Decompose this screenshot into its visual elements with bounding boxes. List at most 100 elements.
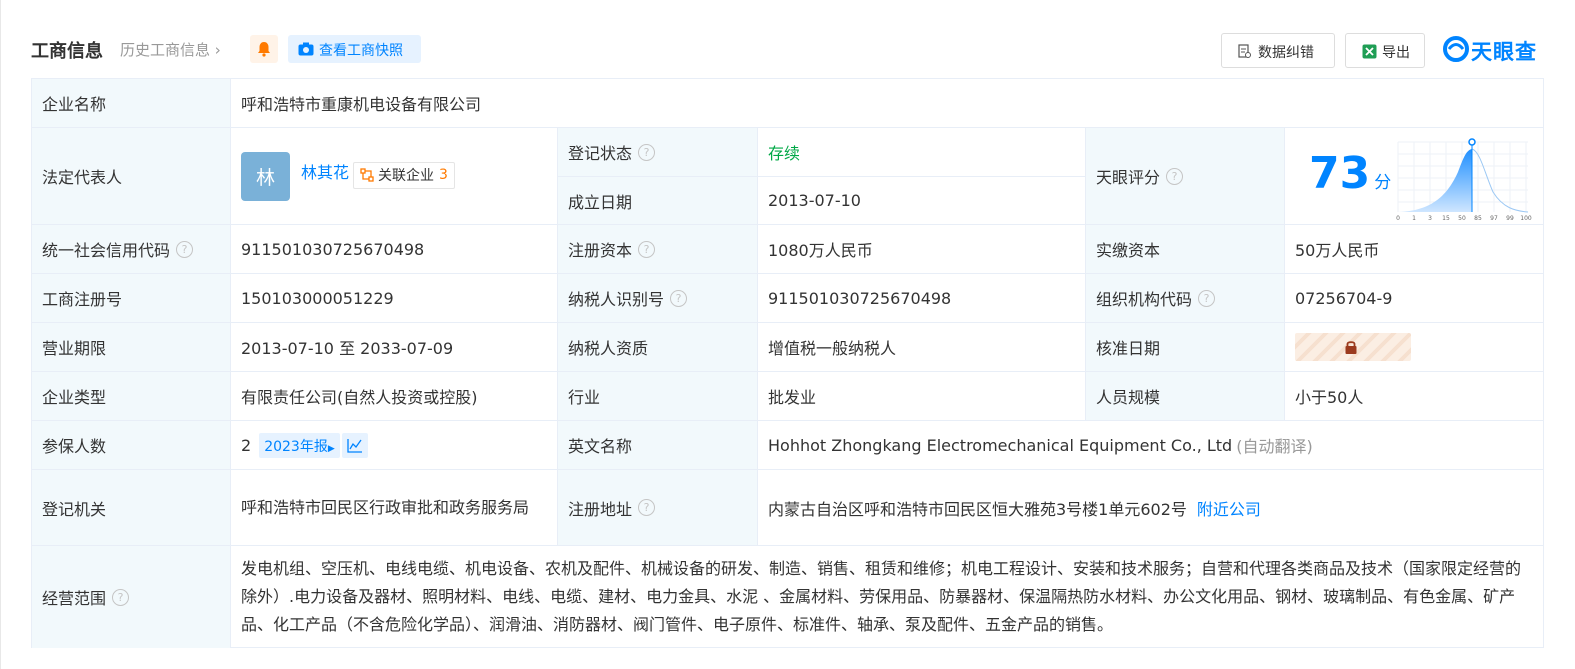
label-text: 注册地址 (568, 499, 633, 519)
label-text: 英文名称 (568, 437, 633, 456)
score-number: 73 (1309, 148, 1371, 199)
label-text: 纳税人资质 (568, 339, 649, 358)
score-axis-tick: 100 (1520, 215, 1532, 222)
value-taxpayer-id: 911501030725670498 (758, 274, 1086, 323)
biz-scope-text: 发电机组、空压机、电线电缆、机电设备、农机及配件、机械设备的研发、制造、销售、租… (241, 559, 1522, 634)
bell-button[interactable] (250, 35, 278, 63)
question-icon[interactable]: ? (670, 289, 688, 307)
related-label: 关联企业 (378, 168, 435, 184)
value-insured: 2 2023年报▶ (231, 421, 558, 470)
label-english-name: 英文名称 (558, 421, 758, 470)
taxpayer-id-text: 911501030725670498 (768, 288, 952, 308)
label-text: 天眼评分 (1096, 168, 1161, 187)
label-biz-term: 营业期限 (32, 323, 231, 372)
label-org-code: 组织机构代码? (1086, 274, 1285, 323)
snapshot-button-label: 查看工商快照 (319, 43, 403, 59)
question-icon[interactable]: ? (638, 240, 656, 258)
label-credit-code: 统一社会信用代码? (32, 225, 231, 274)
data-fix-label: 数据纠错 (1258, 45, 1314, 61)
paid-capital-text: 50万人民币 (1295, 241, 1380, 260)
label-text: 统一社会信用代码 (42, 241, 171, 260)
reg-capital-text: 1080万人民币 (768, 241, 873, 260)
value-company-name: 呼和浩特市重康机电设备有限公司 (231, 79, 1544, 128)
label-paid-capital: 实缴资本 (1086, 225, 1285, 274)
avatar[interactable]: 林 (241, 151, 290, 201)
label-text: 注册资本 (568, 241, 633, 260)
question-icon[interactable]: ? (638, 143, 656, 161)
auto-translate-note: (自动翻译) (1236, 437, 1313, 456)
data-fix-button[interactable]: 数据纠错 (1221, 33, 1335, 68)
label-text: 人员规模 (1096, 388, 1161, 407)
camera-icon (298, 42, 314, 56)
score-axis-tick: 85 (1474, 215, 1482, 222)
logo-text: 天眼查 (1471, 40, 1537, 64)
chevron-right-icon: › (214, 41, 221, 59)
value-taxpayer-qual: 增值税一般纳税人 (758, 323, 1086, 372)
insured-count-text: 2 (241, 435, 252, 455)
annual-report-tag[interactable]: 2023年报▶ (259, 432, 340, 458)
nearby-companies-link[interactable]: 附近公司 (1197, 496, 1261, 520)
label-company-type: 企业类型 (32, 372, 231, 421)
score-axis-tick: 97 (1490, 215, 1498, 222)
export-button[interactable]: 导出 (1345, 33, 1425, 68)
biz-term-text: 2013-07-10 至 2033-07-09 (241, 339, 454, 358)
trend-chart-button[interactable] (341, 432, 368, 458)
history-link-label: 历史工商信息 (120, 41, 211, 59)
history-link[interactable]: 历史工商信息 › (120, 39, 221, 60)
label-company-name: 企业名称 (32, 79, 231, 128)
value-found-date: 2013-07-10 (758, 177, 1086, 225)
label-taxpayer-id: 纳税人识别号? (558, 274, 758, 323)
label-legal-rep: 法定代表人 (32, 128, 231, 225)
score-axis-tick: 99 (1506, 215, 1514, 222)
taxpayer-qual-text: 增值税一般纳税人 (768, 339, 897, 358)
label-text: 登记状态 (568, 144, 633, 163)
label-text: 参保人数 (42, 437, 107, 456)
value-biz-term: 2013-07-10 至 2033-07-09 (231, 323, 558, 372)
value-company-type: 有限责任公司(自然人投资或控股) (231, 372, 558, 421)
label-industry: 行业 (558, 372, 758, 421)
section-header: 工商信息 历史工商信息 › 查看工商快照 数据纠错 导出 天眼查 (31, 33, 1545, 68)
score-distribution-chart: 0 1 3 15 50 85 97 99 100 (1396, 138, 1532, 222)
english-name-text: Hohhot Zhongkang Electromechanical Equip… (768, 435, 1233, 455)
label-reg-authority: 登记机关 (32, 470, 231, 546)
org-code-text: 07256704-9 (1295, 288, 1393, 308)
score-unit: 分 (1374, 173, 1392, 193)
value-org-code: 07256704-9 (1285, 274, 1544, 323)
value-industry: 批发业 (758, 372, 1086, 421)
label-taxpayer-qual: 纳税人资质 (558, 323, 758, 372)
industry-text: 批发业 (768, 388, 817, 407)
business-info-table: 企业名称 呼和浩特市重康机电设备有限公司 法定代表人 林 林其花 关联企业 3 … (31, 78, 1544, 648)
question-icon[interactable]: ? (638, 499, 656, 516)
score-axis-tick: 0 (1396, 215, 1400, 222)
question-icon[interactable]: ? (1166, 167, 1184, 185)
legal-rep-name-link[interactable]: 林其花 (301, 159, 349, 183)
label-approval-date: 核准日期 (1086, 323, 1285, 372)
reg-address-text: 内蒙古自治区呼和浩特市回民区恒大雅苑3号楼1单元602号 (768, 499, 1187, 519)
score-axis-tick: 15 (1442, 215, 1450, 222)
locked-value[interactable] (1295, 333, 1411, 361)
bell-icon (258, 42, 270, 57)
question-icon[interactable]: ? (176, 240, 194, 258)
relation-icon (360, 168, 374, 182)
label-text: 登记机关 (42, 499, 107, 519)
score-axis-tick: 50 (1458, 215, 1466, 222)
value-reg-address: 内蒙古自治区呼和浩特市回民区恒大雅苑3号楼1单元602号 附近公司 (758, 470, 1544, 546)
value-staff-size: 小于50人 (1285, 372, 1544, 421)
value-legal-rep: 林 林其花 关联企业 3 (231, 128, 558, 225)
label-text: 营业期限 (42, 339, 107, 358)
credit-code-text: 911501030725670498 (241, 239, 425, 259)
value-tianyan-score[interactable]: 73 分 0 1 3 15 50 85 97 99 100 (1285, 128, 1544, 225)
company-type-text: 有限责任公司(自然人投资或控股) (241, 388, 478, 407)
question-icon[interactable]: ? (112, 588, 130, 606)
score-axis-tick: 1 (1412, 215, 1416, 222)
label-staff-size: 人员规模 (1086, 372, 1285, 421)
label-reg-capital: 注册资本? (558, 225, 758, 274)
label-text: 法定代表人 (42, 168, 123, 187)
related-companies-button[interactable]: 关联企业 3 (353, 161, 455, 189)
value-english-name: Hohhot Zhongkang Electromechanical Equip… (758, 421, 1544, 470)
snapshot-button[interactable]: 查看工商快照 (288, 35, 421, 63)
value-credit-code: 911501030725670498 (231, 225, 558, 274)
question-icon[interactable]: ? (1198, 289, 1216, 307)
label-text: 实缴资本 (1096, 241, 1161, 260)
export-label: 导出 (1382, 45, 1410, 61)
